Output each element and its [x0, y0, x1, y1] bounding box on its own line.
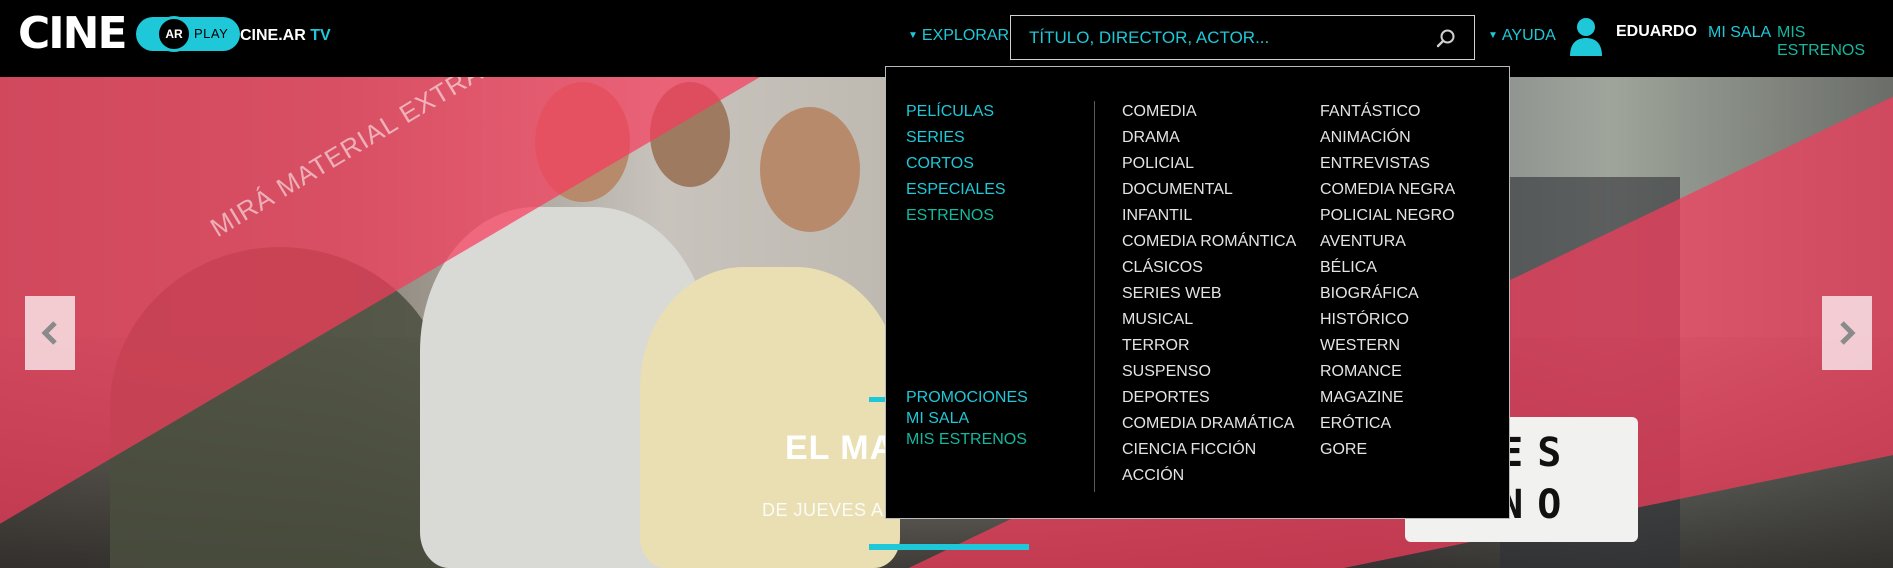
genre-item[interactable]: CIENCIA FICCIÓN — [1122, 437, 1296, 463]
genre-item[interactable]: POLICIAL NEGRO — [1320, 203, 1455, 229]
genre-list-column-1: COMEDIA DRAMA POLICIAL DOCUMENTAL INFANT… — [1122, 99, 1296, 489]
content-type-list: PELÍCULAS SERIES CORTOS ESPECIALES ESTRE… — [906, 99, 1006, 229]
genre-item[interactable]: CLÁSICOS — [1122, 255, 1296, 281]
chevron-down-icon: ▼ — [1488, 30, 1498, 41]
genre-item[interactable]: MUSICAL — [1122, 307, 1296, 333]
search-input[interactable] — [1011, 16, 1474, 59]
menu-item-estrenos[interactable]: ESTRENOS — [906, 203, 1006, 229]
genre-item[interactable]: TERROR — [1122, 333, 1296, 359]
mis-estrenos-link[interactable]: MIS ESTRENOS — [1777, 24, 1893, 60]
menu-item-peliculas[interactable]: PELÍCULAS — [906, 99, 1006, 125]
account-shortcuts-list: PROMOCIONES MI SALA MIS ESTRENOS — [906, 387, 1028, 450]
logo-ar-badge: AR — [156, 16, 192, 52]
genre-item[interactable]: BÉLICA — [1320, 255, 1455, 281]
cinear-tv-link[interactable]: CINE.AR TV — [240, 27, 331, 45]
menu-divider — [1094, 101, 1095, 492]
mi-sala-link[interactable]: MI SALA — [1708, 24, 1771, 42]
genre-item[interactable]: COMEDIA — [1122, 99, 1296, 125]
cinear-tv-suffix: TV — [310, 27, 331, 44]
menu-item-cortos[interactable]: CORTOS — [906, 151, 1006, 177]
search-box — [1010, 15, 1475, 60]
ayuda-label: AYUDA — [1501, 27, 1556, 44]
genre-item[interactable]: ROMANCE — [1320, 359, 1455, 385]
menu-item-series[interactable]: SERIES — [906, 125, 1006, 151]
genre-item[interactable]: GORE — [1320, 437, 1455, 463]
hero-title[interactable]: EL MA — [785, 429, 895, 468]
explorar-dropdown-menu: PELÍCULAS SERIES CORTOS ESPECIALES ESTRE… — [885, 66, 1510, 519]
explorar-label: EXPLORAR — [921, 27, 1010, 44]
menu-item-mi-sala[interactable]: MI SALA — [906, 408, 1028, 429]
genre-item[interactable]: DRAMA — [1122, 125, 1296, 151]
menu-item-mis-estrenos[interactable]: MIS ESTRENOS — [906, 429, 1028, 450]
genre-item[interactable]: ANIMACIÓN — [1320, 125, 1455, 151]
menu-item-promociones[interactable]: PROMOCIONES — [906, 387, 1028, 408]
hero-image-figure — [760, 107, 860, 232]
user-name-link[interactable]: EDUARDO — [1616, 23, 1697, 41]
cine-ar-play-logo[interactable]: CINE AR PLAY — [18, 8, 240, 59]
search-icon[interactable] — [1436, 28, 1456, 48]
genre-item[interactable]: DEPORTES — [1122, 385, 1296, 411]
carousel-indicator[interactable] — [869, 544, 1029, 550]
hero-subtitle: DE JUEVES A — [762, 500, 884, 520]
chevron-right-icon — [1840, 321, 1856, 345]
genre-item[interactable]: ACCIÓN — [1122, 463, 1296, 489]
genre-item[interactable]: HISTÓRICO — [1320, 307, 1455, 333]
carousel-next-button[interactable] — [1822, 296, 1872, 370]
genre-item[interactable]: DOCUMENTAL — [1122, 177, 1296, 203]
logo-play-label: PLAY — [194, 26, 229, 41]
genre-item[interactable]: COMEDIA DRAMÁTICA — [1122, 411, 1296, 437]
genre-item[interactable]: BIOGRÁFICA — [1320, 281, 1455, 307]
genre-item[interactable]: COMEDIA NEGRA — [1320, 177, 1455, 203]
genre-item[interactable]: ENTREVISTAS — [1320, 151, 1455, 177]
user-icon[interactable] — [1568, 16, 1604, 56]
genre-item[interactable]: FANTÁSTICO — [1320, 99, 1455, 125]
chevron-down-icon: ▼ — [908, 30, 918, 41]
genre-item[interactable]: SERIES WEB — [1122, 281, 1296, 307]
genre-item[interactable]: MAGAZINE — [1320, 385, 1455, 411]
genre-item[interactable]: ERÓTICA — [1320, 411, 1455, 437]
ayuda-menu-button[interactable]: ▼ AYUDA — [1488, 27, 1556, 45]
hero-image-figure — [640, 267, 900, 568]
genre-item[interactable]: POLICIAL — [1122, 151, 1296, 177]
genre-item[interactable]: SUSPENSO — [1122, 359, 1296, 385]
genre-item[interactable]: AVENTURA — [1320, 229, 1455, 255]
cinear-tv-prefix: CINE.AR — [240, 27, 306, 44]
logo-wordmark: CINE — [18, 8, 128, 59]
chevron-left-icon — [41, 321, 57, 345]
genre-item[interactable]: WESTERN — [1320, 333, 1455, 359]
carousel-prev-button[interactable] — [25, 296, 75, 370]
genre-list-column-2: FANTÁSTICO ANIMACIÓN ENTREVISTAS COMEDIA… — [1320, 99, 1455, 463]
genre-item[interactable]: COMEDIA ROMÁNTICA — [1122, 229, 1296, 255]
menu-item-especiales[interactable]: ESPECIALES — [906, 177, 1006, 203]
genre-item[interactable]: INFANTIL — [1122, 203, 1296, 229]
explorar-menu-button[interactable]: ▼ EXPLORAR — [908, 27, 1010, 82]
